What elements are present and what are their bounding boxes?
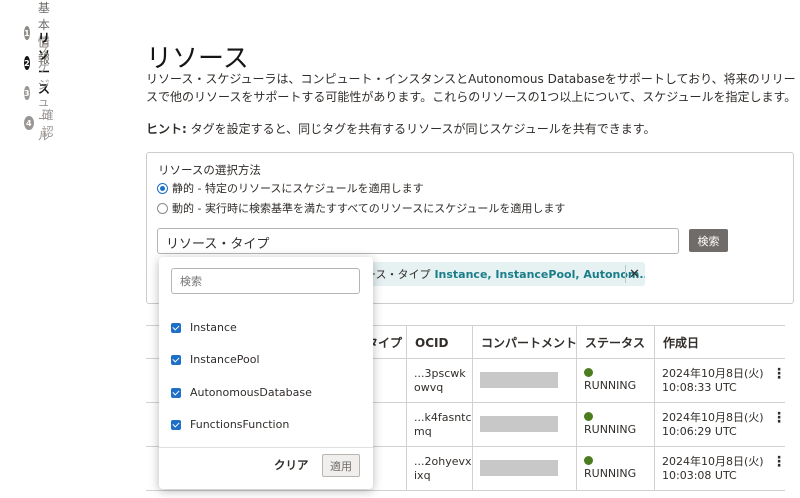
kebab-menu-icon[interactable]: ⋮ — [772, 455, 786, 469]
created-date: 2024年10月8日(火) — [662, 455, 764, 468]
option-label: InstancePool — [190, 353, 260, 366]
ocid-line: mq — [414, 425, 432, 438]
resource-type-dropdown: Instance InstancePool AutonomousDatabase… — [159, 257, 373, 489]
step-label: 確認 — [41, 108, 54, 139]
step-number: 2 — [24, 56, 30, 70]
radio-static[interactable]: 静的 - 特定のリソースにスケジュールを適用します — [157, 180, 424, 196]
filter-chip-value: Instance, InstancePool, Autonom... — [434, 267, 645, 281]
selection-method-label: リソースの選択方法 — [158, 163, 261, 177]
step-schedule[interactable]: 3 スケジュール — [24, 44, 58, 143]
ocid-line: ...3pscwk — [414, 367, 466, 380]
compartment-redacted — [480, 416, 558, 432]
step-number: 1 — [24, 26, 30, 40]
option-autonomous-database[interactable]: AutonomousDatabase — [171, 386, 312, 399]
column-header-created[interactable]: 作成日 — [654, 326, 785, 359]
created-time: 10:08:33 UTC — [662, 381, 737, 394]
option-instance[interactable]: Instance — [171, 321, 237, 334]
option-functions-function[interactable]: FunctionsFunction — [171, 418, 289, 431]
ocid-line: owvq — [414, 381, 444, 394]
step-review[interactable]: 4 確認 — [24, 108, 58, 139]
option-label: Instance — [190, 321, 237, 334]
compartment-redacted — [480, 460, 558, 476]
ocid-line: ...k4fasntc — [414, 411, 472, 424]
radio-dynamic-label: 動的 - 実行時に検索基準を満たすすべてのリソースにスケジュールを適用します — [172, 202, 566, 215]
checkbox-checked-icon[interactable] — [171, 387, 181, 398]
column-header-status[interactable]: ステータス — [576, 326, 654, 359]
filter-chip-key: ース・タイプ — [365, 268, 431, 281]
dropdown-divider — [159, 447, 373, 448]
dropdown-search-input[interactable] — [171, 268, 360, 294]
option-label: FunctionsFunction — [190, 418, 290, 431]
status-cell: RUNNING — [584, 456, 636, 498]
running-status-icon — [584, 456, 593, 465]
radio-static-indicator[interactable] — [157, 182, 168, 194]
status-text: RUNNING — [584, 467, 637, 480]
hint-label: ヒント: — [146, 122, 187, 136]
status-text: RUNNING — [584, 423, 637, 436]
clear-button[interactable]: クリア — [274, 457, 309, 473]
created-time: 10:06:29 UTC — [662, 425, 737, 438]
kebab-menu-icon[interactable]: ⋮ — [772, 411, 786, 425]
search-button[interactable]: 検索 — [689, 229, 728, 252]
radio-dynamic[interactable]: 動的 - 実行時に検索基準を満たすすべてのリソースにスケジュールを適用します — [157, 200, 565, 216]
hint-body: タグを設定すると、同じタグを共有するリソースが同じスケジュールを共有できます。 — [186, 122, 656, 136]
kebab-menu-icon[interactable]: ⋮ — [772, 367, 786, 381]
running-status-icon — [584, 368, 593, 377]
created-cell: 2024年10月8日(火) 10:03:08 UTC — [662, 455, 764, 498]
column-header-compartment[interactable]: コンパートメント — [472, 326, 577, 359]
option-label: AutonomousDatabase — [190, 386, 312, 399]
created-date: 2024年10月8日(火) — [662, 367, 764, 380]
apply-button[interactable]: 適用 — [322, 454, 360, 477]
ocid-cell: ...2ohyevx ixq — [414, 455, 478, 498]
checkbox-checked-icon[interactable] — [171, 322, 181, 333]
radio-dynamic-indicator[interactable] — [157, 202, 168, 214]
checkbox-checked-icon[interactable] — [171, 354, 181, 365]
compartment-redacted — [480, 372, 558, 388]
radio-static-label: 静的 - 特定のリソースにスケジュールを適用します — [172, 182, 424, 195]
hint-text: ヒント: タグを設定すると、同じタグを共有するリソースが同じスケジュールを共有で… — [146, 120, 656, 137]
status-text: RUNNING — [584, 379, 637, 392]
page-description: リソース・スケジューラは、コンピュート・インスタンスとAutonomous Da… — [146, 72, 797, 104]
created-time: 10:03:08 UTC — [662, 469, 737, 482]
filter-chip: ース・タイプ Instance, InstancePool, Autonom..… — [365, 262, 645, 286]
ocid-line: ixq — [414, 469, 431, 482]
ocid-line: ...2ohyevx — [414, 455, 472, 468]
column-header-ocid[interactable]: OCID — [406, 326, 472, 359]
running-status-icon — [584, 412, 593, 421]
step-number: 4 — [24, 116, 34, 130]
close-icon[interactable]: ✕ — [625, 265, 643, 283]
step-number: 3 — [24, 86, 30, 100]
created-date: 2024年10月8日(火) — [662, 411, 764, 424]
resource-type-input[interactable]: リソース・タイプ — [157, 228, 679, 254]
checkbox-checked-icon[interactable] — [171, 419, 181, 430]
option-instance-pool[interactable]: InstancePool — [171, 353, 260, 366]
